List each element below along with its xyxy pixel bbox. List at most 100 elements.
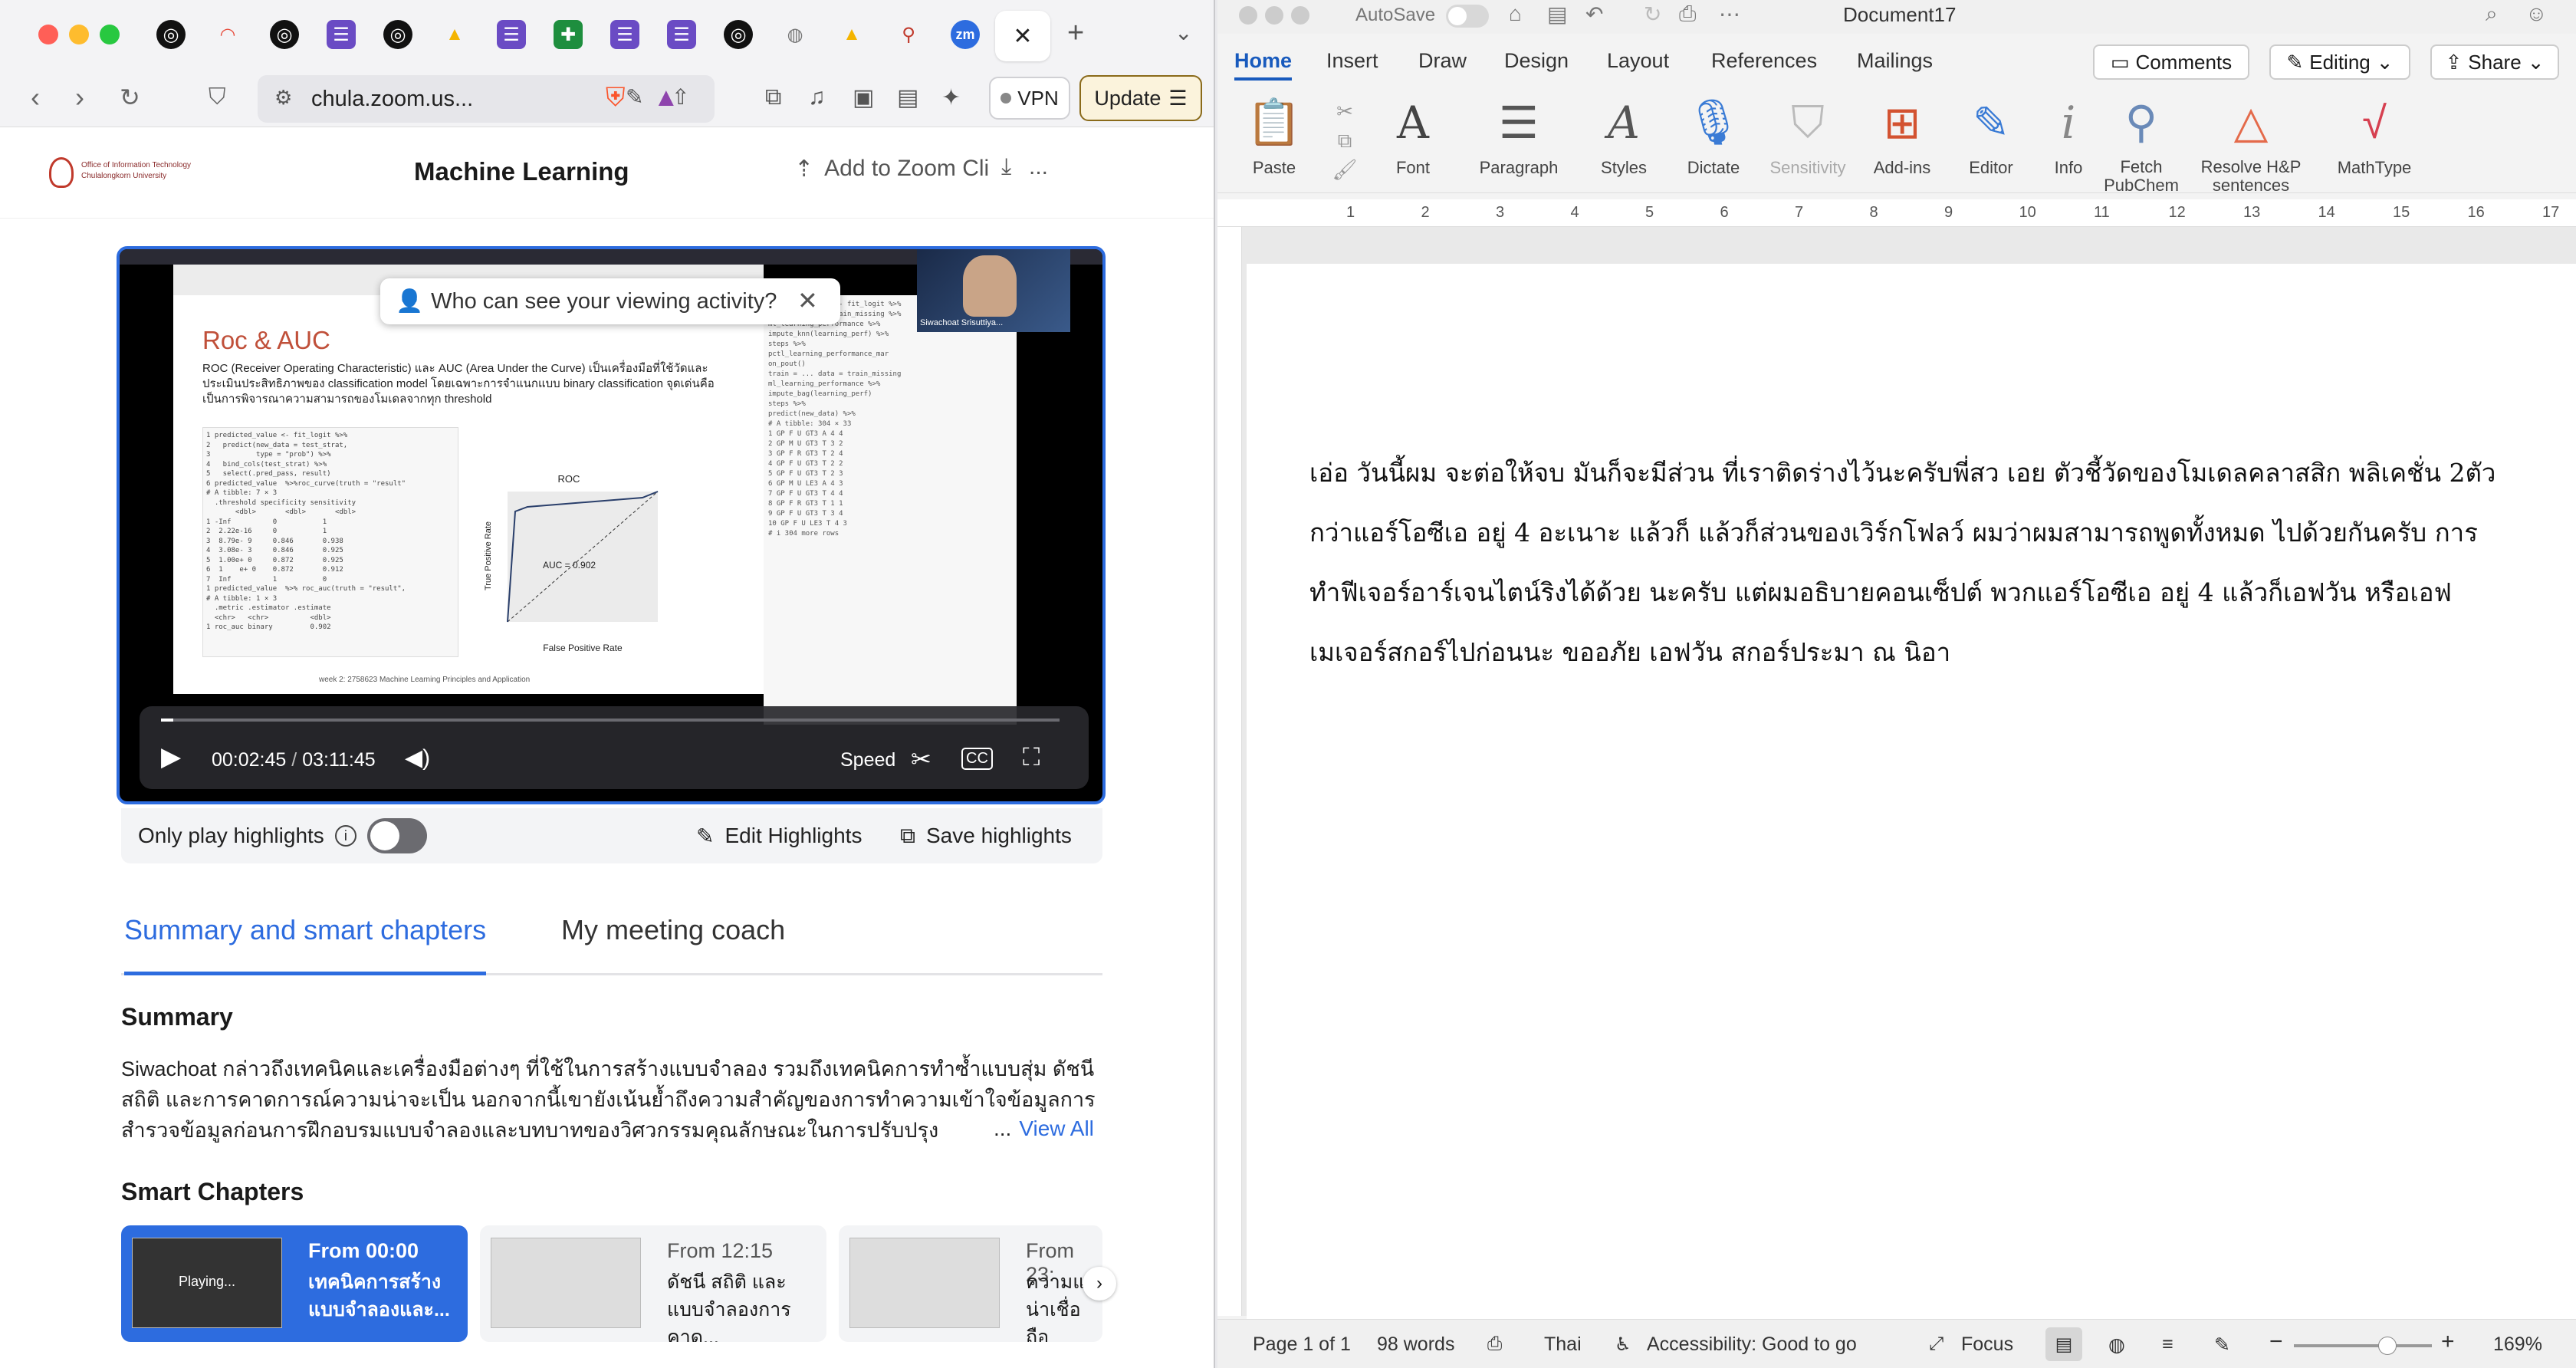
add-ins-button[interactable]: ⊞ Add-ins — [1860, 92, 1944, 178]
ribbon-tab-insert[interactable]: Insert — [1326, 49, 1378, 73]
document-page[interactable]: เอ่อ วันนี้ผม จะต่อให้จบ มันก็จะมีส่วน ท… — [1247, 264, 2576, 1337]
paste-button[interactable]: 📋 Paste — [1221, 92, 1328, 178]
tab-chatgpt-3[interactable]: ◎ — [383, 20, 412, 49]
chapter-card[interactable]: Playing... From 00:00 เทคนิคการสร้างแบบจ… — [121, 1225, 468, 1342]
accessibility-status[interactable]: Accessibility: Good to go — [1647, 1333, 1857, 1356]
paragraph-button[interactable]: ☰ Paragraph — [1461, 92, 1576, 178]
vertical-ruler[interactable] — [1217, 227, 1242, 1316]
new-tab-button[interactable]: + — [1067, 17, 1084, 50]
brave-shield-icon[interactable]: ⛨ — [606, 83, 626, 113]
tab-forms-2[interactable]: ☰ — [497, 20, 526, 49]
zoom-out-icon[interactable]: − — [2269, 1329, 2283, 1355]
mathtype-button[interactable]: √ MathType — [2325, 92, 2424, 178]
progress-track[interactable] — [161, 719, 1060, 722]
web-layout-icon[interactable]: ◍ — [2108, 1333, 2125, 1356]
autosave-toggle[interactable] — [1446, 5, 1489, 28]
tab-forms-3[interactable]: ☰ — [610, 20, 639, 49]
play-icon[interactable]: ▶ — [161, 742, 181, 772]
tab-drive[interactable]: ▲ — [440, 20, 469, 49]
clip-scissors-icon[interactable]: ✂ — [911, 745, 932, 774]
zoom-in-icon[interactable]: + — [2441, 1329, 2455, 1355]
update-button[interactable]: Update ☰ — [1079, 75, 1202, 121]
tab-chatgpt-4[interactable]: ◎ — [724, 20, 753, 49]
undo-icon[interactable]: ↶ — [1585, 2, 1603, 27]
vpn-button[interactable]: VPN — [989, 77, 1070, 120]
back-icon[interactable]: ‹ — [31, 81, 40, 113]
chapter-card[interactable]: From 12:15 ดัชนี สถิติ และแบบจำลองการคาด… — [480, 1225, 826, 1342]
tab-chatgpt[interactable]: ◎ — [156, 20, 186, 49]
tab-forms-4[interactable]: ☰ — [667, 20, 696, 49]
info-button[interactable]: i Info — [2038, 92, 2099, 178]
captions-icon[interactable]: CC — [961, 748, 993, 770]
print-icon[interactable]: ⎙ — [1679, 2, 1696, 27]
tab-list-chevron-icon[interactable]: ⌄ — [1175, 20, 1192, 45]
home-icon[interactable]: ⌂ — [1509, 2, 1522, 26]
maximize-window-button[interactable] — [100, 25, 120, 44]
resolve-hp-button[interactable]: △ Resolve H&P sentences — [2183, 92, 2318, 195]
close-popup-icon[interactable]: ✕ — [797, 286, 818, 315]
print-layout-icon[interactable]: ▤ — [2045, 1327, 2082, 1361]
word-minimize-button[interactable] — [1265, 6, 1283, 25]
reload-icon[interactable]: ↻ — [120, 83, 140, 112]
close-window-button[interactable] — [38, 25, 58, 44]
font-button[interactable]: A Font — [1371, 92, 1455, 178]
language[interactable]: Thai — [1544, 1333, 1582, 1356]
edit-highlights-button[interactable]: ✎ Edit Highlights — [696, 824, 862, 849]
minimize-window-button[interactable] — [69, 25, 89, 44]
word-maximize-button[interactable] — [1291, 6, 1309, 25]
sidebar-icon[interactable]: ▣ — [853, 84, 874, 111]
tab-meeting-coach[interactable]: My meeting coach — [561, 914, 785, 975]
ribbon-tab-home[interactable]: Home — [1234, 49, 1293, 81]
zoom-level[interactable]: 169% — [2493, 1333, 2542, 1356]
more-tools-icon[interactable]: ⋯ — [1719, 2, 1740, 27]
save-highlights-button[interactable]: ⧉ Save highlights — [900, 824, 1072, 849]
share-button[interactable]: ⇪ Share ⌄ — [2430, 44, 2559, 80]
info-icon[interactable]: i — [334, 825, 356, 847]
editor-button[interactable]: ✎ Editor — [1949, 92, 2033, 178]
ribbon-tab-layout[interactable]: Layout — [1607, 49, 1669, 73]
chapter-card[interactable]: From 23: ความแม น่าเชื่อถือ — [839, 1225, 1102, 1342]
zoom-slider[interactable] — [2294, 1337, 2432, 1355]
comments-button[interactable]: ▭ Comments — [2093, 44, 2249, 80]
highlights-toggle[interactable] — [366, 818, 427, 853]
url-bar[interactable]: ⚙ chula.zoom.us... ✎ ⇧ — [258, 75, 715, 123]
fullscreen-icon[interactable]: ⛶ — [1023, 743, 1040, 772]
speed-button[interactable]: Speed — [840, 749, 895, 771]
tab-summary[interactable]: Summary and smart chapters — [124, 914, 487, 975]
ribbon-tab-draw[interactable]: Draw — [1418, 49, 1467, 73]
ribbon-tab-references[interactable]: References — [1711, 49, 1817, 73]
tab-colab[interactable]: ◠ — [213, 20, 242, 49]
editing-mode-button[interactable]: ✎ Editing ⌄ — [2269, 44, 2410, 80]
tab-chatgpt-2[interactable]: ◎ — [270, 20, 299, 49]
focus-button[interactable]: Focus — [1961, 1333, 2013, 1356]
save-doc-icon[interactable]: ▤ — [1547, 2, 1567, 27]
horizontal-ruler[interactable]: 1 2 3 4 5 6 7 8 9 10 11 12 13 14 15 16 17 — [1217, 199, 2576, 227]
more-button[interactable]: ... — [1029, 154, 1048, 180]
ribbon-tab-design[interactable]: Design — [1504, 49, 1569, 73]
active-tab-close[interactable]: ✕ — [995, 11, 1050, 61]
close-tab-icon[interactable]: ✕ — [1013, 23, 1032, 50]
tab-drive-2[interactable]: ▲ — [837, 20, 866, 49]
word-count[interactable]: 98 words — [1377, 1333, 1454, 1356]
proofing-icon[interactable]: ⎙ — [1487, 1333, 1502, 1355]
fetch-pubchem-button[interactable]: ⚲ Fetch PubChem — [2099, 92, 2183, 195]
redo-icon[interactable]: ↻ — [1644, 2, 1661, 27]
leo-ai-icon[interactable]: ✦ — [941, 84, 961, 111]
tab-sheets[interactable]: ✚ — [554, 20, 583, 49]
word-close-button[interactable] — [1239, 6, 1257, 25]
download-icon[interactable]: ⤓ — [1001, 154, 1011, 180]
tab-forms[interactable]: ☰ — [327, 20, 356, 49]
clipboard-tools[interactable]: ✂ ⧉ 🖌 — [1325, 97, 1365, 184]
tab-site[interactable]: ⚲ — [894, 20, 923, 49]
outline-icon[interactable]: ≡ — [2162, 1333, 2174, 1356]
draft-icon[interactable]: ✎ — [2214, 1333, 2230, 1356]
search-icon[interactable]: ⌕ — [2486, 2, 2498, 27]
chapters-next-icon[interactable]: › — [1083, 1267, 1116, 1301]
view-all-link[interactable]: ... View All — [987, 1116, 1094, 1141]
site-settings-icon[interactable]: ⚙ — [274, 86, 292, 110]
extensions-icon[interactable]: ⧉ — [765, 84, 781, 110]
account-icon[interactable]: ☺ — [2525, 2, 2548, 26]
volume-icon[interactable]: ◀) — [405, 745, 430, 771]
video-player[interactable]: Roc & AUC ROC (Receiver Operating Charac… — [117, 246, 1106, 804]
sensitivity-button[interactable]: ⛉ Sensitivity — [1760, 92, 1855, 178]
